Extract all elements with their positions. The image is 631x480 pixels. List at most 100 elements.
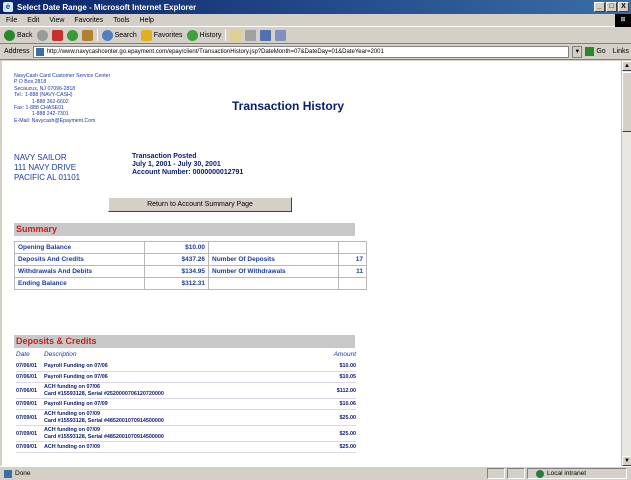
forward-button[interactable] [36,29,48,41]
scroll-up-arrow-icon[interactable]: ▲ [622,61,631,71]
deposit-amount: $25.00 [339,444,357,450]
address-input[interactable]: http://www.navycashcenter.go.epayment.co… [32,45,570,58]
deposit-description-line: ACH funding on 07/06 [44,384,101,390]
deposit-amount: $10.05 [339,374,357,380]
table-row: 07/09/01 ACH funding on 07/09 Card #155931… [16,426,356,442]
refresh-icon [66,29,78,41]
return-to-summary-button[interactable]: Return to Account Summary Page [108,197,292,212]
table-row: 07/06/01 Payroll Funding on 07/06 $10.00 [16,361,356,372]
address-dropdown-icon[interactable]: ▼ [572,45,583,58]
print-button[interactable] [245,29,257,41]
deposits-heading: Deposits & Credits [14,335,355,348]
page-done-icon [4,469,12,478]
refresh-button[interactable] [66,29,78,41]
menu-help[interactable]: Help [140,17,154,24]
page-title: Transaction History [232,99,345,113]
menu-edit[interactable]: Edit [27,17,39,24]
summary-value: $134.95 [144,265,209,278]
deposit-description: Payroll Funding on 07/06 [44,363,108,370]
stop-icon [51,29,63,41]
deposit-description: ACH funding on 07/06 Card #15593128, Seri… [44,384,164,397]
deposit-description-line: ACH funding on 07/09 [44,411,101,417]
menu-favorites[interactable]: Favorites [74,17,103,24]
favorites-icon [140,29,152,41]
summary-value: 11 [338,265,367,278]
table-row: 07/06/01 ACH funding on 07/06 Card #155931… [16,383,356,399]
vertical-scrollbar[interactable]: ▲ ▼ [621,61,631,466]
table-row: 07/06/01 Payroll Funding on 07/06 $10.05 [16,372,356,383]
mail-button[interactable] [230,29,242,41]
edit-button[interactable] [260,29,272,41]
summary-label: Deposits And Credits [14,253,145,266]
history-button[interactable]: History [186,29,221,41]
table-row: 07/09/01 Payroll Funding on 07/09 $10.06 [16,399,356,410]
address-url: http://www.navycashcenter.go.epayment.co… [46,48,384,55]
toolbar-separator [96,29,98,41]
deposit-description: ACH funding on 07/09 [44,444,100,451]
deposit-date: 07/09/01 [16,414,37,421]
menu-view[interactable]: View [49,17,64,24]
links-button[interactable]: Links [613,48,631,55]
deposit-amount: $112.00 [336,387,356,394]
status-panel [507,468,525,479]
summary-label: Number Of Withdrawals [208,265,339,278]
menu-tools[interactable]: Tools [113,17,129,24]
deposit-date: 07/06/01 [16,387,37,394]
table-row: Deposits And Credits $437.26 Number Of D… [14,253,367,266]
deposit-card-detail: Card #15593128, Serial #4852001070914500… [44,417,164,424]
summary-label [208,277,339,290]
summary-value [338,277,367,290]
deposit-description-line: Payroll Funding on 07/09 [44,401,108,407]
summary-value: $10.00 [144,241,209,254]
page-content: NavyCash Card Customer Service Center P … [2,61,621,466]
deposit-description: Payroll Funding on 07/06 [44,374,108,381]
discuss-button[interactable] [275,29,287,41]
minimize-button[interactable]: _ [594,2,605,12]
maximize-button[interactable]: □ [606,2,617,12]
deposit-card-detail: Card #15593128, Serial #2520000706120720… [44,390,164,397]
summary-label [208,241,339,254]
deposit-description: ACH funding on 07/09 Card #15593128, Seri… [44,411,164,424]
address-label: Address [4,48,30,55]
summary-value [338,241,367,254]
summary-heading: Summary [14,223,355,236]
deposit-date: 07/09/01 [16,430,37,437]
menu-bar: File Edit View Favorites Tools Help ⊞ [0,14,631,27]
mail-icon [230,29,242,41]
windows-logo-icon: ⊞ [615,14,631,27]
deposit-amount: $25.00 [339,414,357,421]
discuss-icon [275,29,287,41]
forward-arrow-icon [36,29,48,41]
col-amount-header: Amount [333,351,356,358]
deposit-amount: $10.06 [339,401,357,407]
scroll-down-arrow-icon[interactable]: ▼ [622,456,631,466]
summary-label: Opening Balance [14,241,145,254]
table-row: Ending Balance $312.31 [14,277,367,290]
back-arrow-icon [4,29,15,41]
stop-button[interactable] [51,29,63,41]
edit-icon [260,29,272,41]
search-button[interactable]: Search [101,29,137,41]
print-icon [245,29,257,41]
deposit-description-line: ACH funding on 07/09 [44,427,101,433]
deposit-date: 07/09/01 [16,401,37,407]
period-label: Transaction Posted [132,153,197,160]
internet-explorer-icon: e [3,2,13,12]
table-row: 07/09/01 ACH funding on 07/09 Card #155931… [16,410,356,426]
scroll-thumb[interactable] [622,72,631,132]
back-button[interactable]: Back [4,29,33,41]
close-button[interactable]: X [618,2,629,12]
contact-email[interactable]: E-Mail: Navycash@Epayment.Com [14,118,110,124]
deposit-description-line: Payroll Funding on 07/06 [44,363,108,369]
contact-info: NavyCash Card Customer Service Center P … [14,73,110,124]
deposits-list: 07/06/01 Payroll Funding on 07/06 $10.00 07… [16,361,356,453]
favorites-button[interactable]: Favorites [140,29,183,41]
toolbar-separator [225,29,227,41]
col-description-header: Description [44,351,77,358]
go-button[interactable]: Go [585,47,609,56]
table-row: Opening Balance $10.00 [14,241,367,254]
menu-file[interactable]: File [6,17,17,24]
account-number: Account Number: 0000000012791 [132,169,244,176]
summary-label: Number Of Deposits [208,253,339,266]
home-button[interactable] [81,29,93,41]
